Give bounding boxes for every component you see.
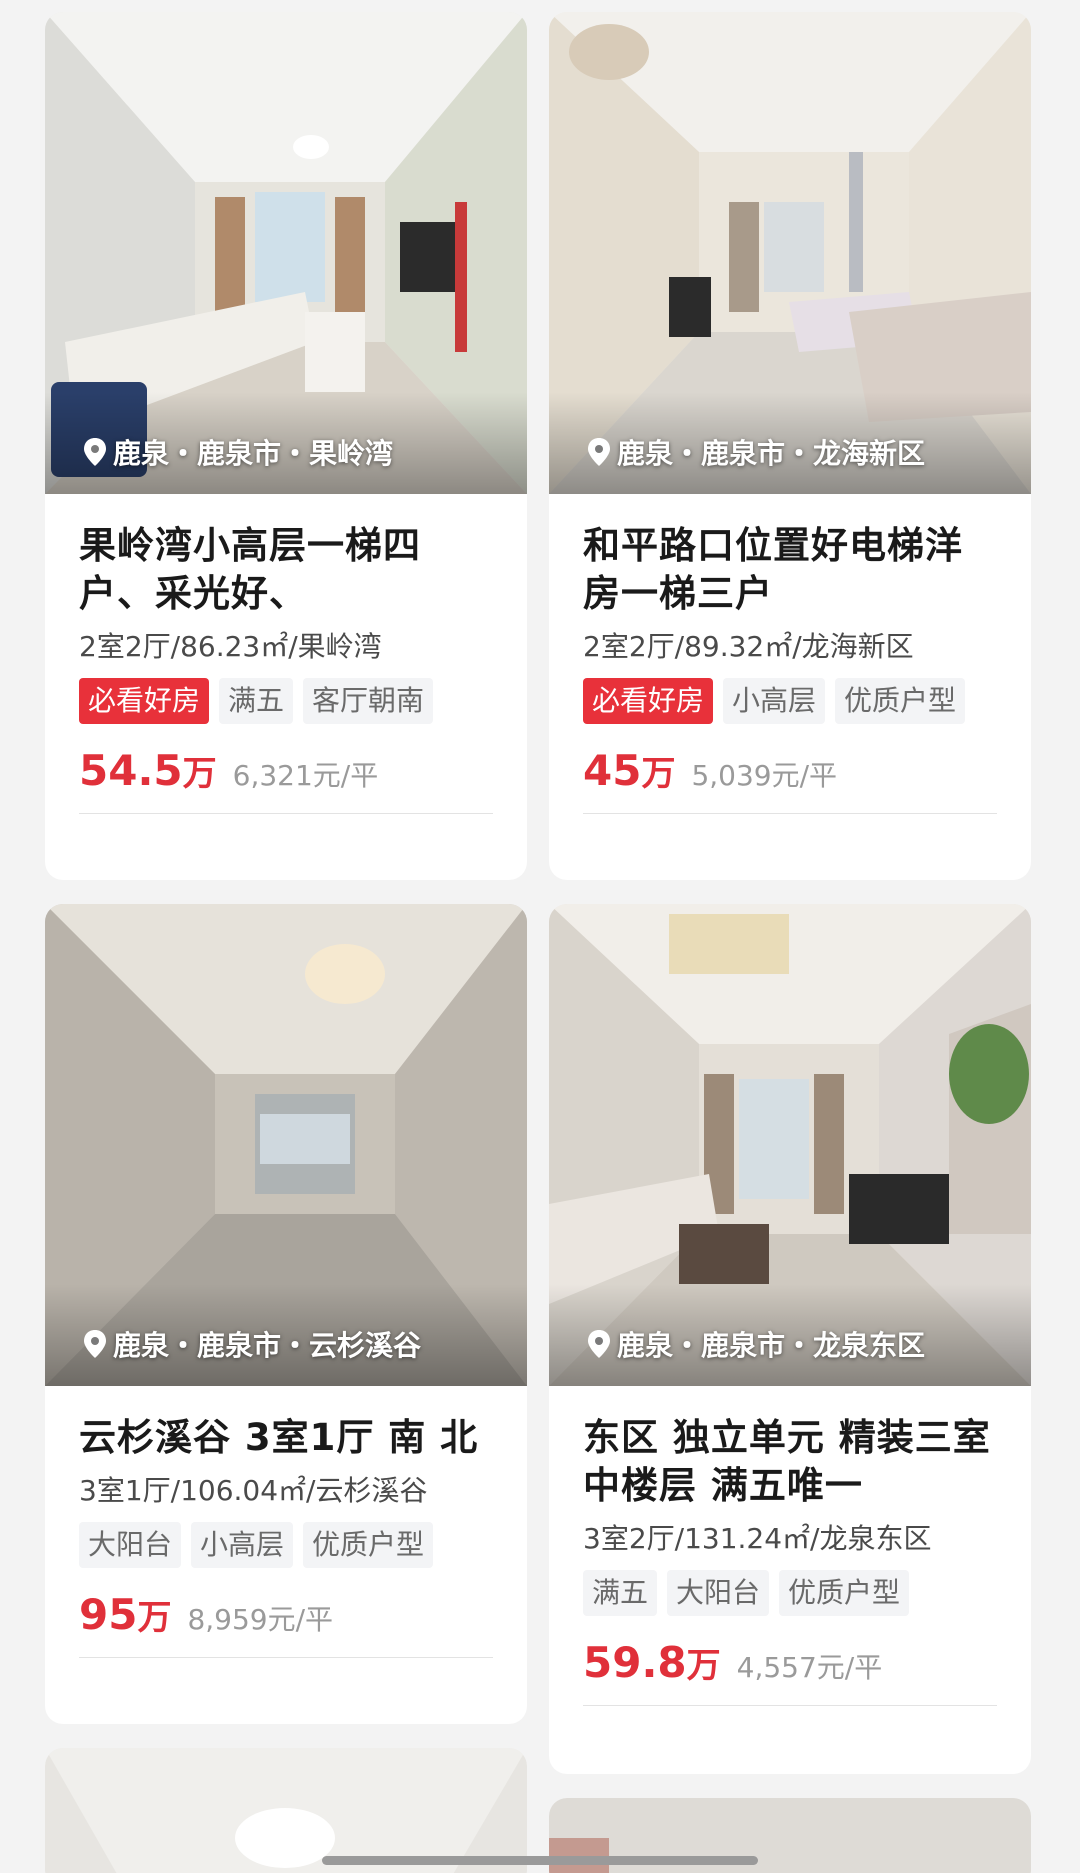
title-line: 户、采光好、 bbox=[79, 572, 307, 615]
listing-card-partial[interactable] bbox=[45, 1748, 527, 1873]
location-text: 鹿泉・鹿泉市・云杉溪谷 bbox=[113, 1329, 422, 1362]
listing-tags: 必看好房 满五 客厅朝南 bbox=[79, 678, 493, 724]
listing-photo[interactable]: 鹿泉・鹿泉市・龙泉东区 bbox=[549, 904, 1031, 1386]
title-line: 房一梯三户 bbox=[583, 572, 773, 615]
total-price: 95 bbox=[79, 1590, 138, 1639]
divider bbox=[583, 813, 997, 814]
location-pin-icon bbox=[588, 438, 610, 466]
listing-photo[interactable]: 鹿泉・鹿泉市・云杉溪谷 bbox=[45, 904, 527, 1386]
divider bbox=[79, 813, 493, 814]
unit-price: 8,959元/平 bbox=[187, 1603, 334, 1636]
listing-tags: 大阳台 小高层 优质户型 bbox=[79, 1522, 493, 1568]
listing-photo[interactable]: 鹿泉・鹿泉市・龙海新区 bbox=[549, 12, 1031, 494]
listing-location: 鹿泉・鹿泉市・云杉溪谷 bbox=[83, 1324, 421, 1364]
title-line: 中楼层 满五唯一 bbox=[583, 1464, 863, 1507]
listing-title[interactable]: 云杉溪谷 3室1厅 南 北 bbox=[79, 1414, 493, 1462]
listing-title[interactable]: 果岭湾小高层一梯四 户、采光好、 bbox=[79, 522, 493, 618]
listing-meta: 2室2厅/86.23㎡/果岭湾 bbox=[79, 630, 382, 663]
divider bbox=[583, 1705, 997, 1706]
empty-room-photo bbox=[45, 904, 527, 1386]
unit-price: 6,321元/平 bbox=[232, 759, 379, 792]
price-row: 54.5 万 6,321元/平 bbox=[79, 746, 493, 795]
listing-card[interactable]: 鹿泉・鹿泉市・果岭湾 果岭湾小高层一梯四 户、采光好、 2室2厅/86.23㎡/… bbox=[45, 12, 527, 880]
title-line: 和平路口位置好电梯洋 bbox=[583, 524, 963, 567]
listing-photo[interactable]: 鹿泉・鹿泉市・果岭湾 bbox=[45, 12, 527, 494]
title-line: 东区 独立单元 精装三室 bbox=[583, 1416, 991, 1459]
tag: 满五 bbox=[219, 678, 294, 724]
listing-card[interactable]: 鹿泉・鹿泉市・云杉溪谷 云杉溪谷 3室1厅 南 北 3室1厅/106.04㎡/云… bbox=[45, 904, 527, 1724]
tag: 优质户型 bbox=[835, 678, 966, 724]
listing-meta: 3室2厅/131.24㎡/龙泉东区 bbox=[583, 1522, 932, 1555]
price-unit: 万 bbox=[686, 1646, 721, 1686]
total-price: 54.5 bbox=[79, 746, 183, 795]
living-room-photo bbox=[549, 12, 1031, 494]
location-pin-icon bbox=[84, 1330, 106, 1358]
listing-photo-partial bbox=[45, 1748, 527, 1873]
location-pin-icon bbox=[588, 1330, 610, 1358]
price-row: 59.8 万 4,557元/平 bbox=[583, 1638, 997, 1687]
location-pin-icon bbox=[84, 438, 106, 466]
listing-tags: 必看好房 小高层 优质户型 bbox=[583, 678, 997, 724]
listing-location: 鹿泉・鹿泉市・果岭湾 bbox=[83, 432, 393, 472]
tag: 大阳台 bbox=[667, 1570, 770, 1616]
listing-feed: 鹿泉・鹿泉市・果岭湾 果岭湾小高层一梯四 户、采光好、 2室2厅/86.23㎡/… bbox=[0, 0, 1080, 1873]
unit-price: 4,557元/平 bbox=[736, 1651, 883, 1684]
listing-location: 鹿泉・鹿泉市・龙海新区 bbox=[587, 432, 925, 472]
listing-title[interactable]: 东区 独立单元 精装三室 中楼层 满五唯一 bbox=[583, 1414, 997, 1510]
listing-title[interactable]: 和平路口位置好电梯洋 房一梯三户 bbox=[583, 522, 997, 618]
listing-meta: 2室2厅/89.32㎡/龙海新区 bbox=[583, 630, 914, 663]
tag: 小高层 bbox=[723, 678, 826, 724]
divider bbox=[79, 1657, 493, 1658]
tag: 客厅朝南 bbox=[303, 678, 434, 724]
home-indicator[interactable] bbox=[322, 1856, 758, 1865]
title-line: 云杉溪谷 3室1厅 南 北 bbox=[79, 1416, 479, 1459]
tag: 优质户型 bbox=[303, 1522, 434, 1568]
tag: 优质户型 bbox=[779, 1570, 910, 1616]
tag: 小高层 bbox=[191, 1522, 294, 1568]
listing-meta: 3室1厅/106.04㎡/云杉溪谷 bbox=[79, 1474, 428, 1507]
total-price: 59.8 bbox=[583, 1638, 687, 1687]
location-text: 鹿泉・鹿泉市・果岭湾 bbox=[113, 437, 394, 470]
location-text: 鹿泉・鹿泉市・龙海新区 bbox=[617, 437, 926, 470]
listing-location: 鹿泉・鹿泉市・龙泉东区 bbox=[587, 1324, 925, 1364]
price-unit: 万 bbox=[182, 754, 217, 794]
living-room-photo bbox=[549, 904, 1031, 1386]
living-room-photo bbox=[45, 12, 527, 494]
price-unit: 万 bbox=[641, 754, 676, 794]
listing-tags: 满五 大阳台 优质户型 bbox=[583, 1570, 997, 1616]
unit-price: 5,039元/平 bbox=[691, 759, 838, 792]
tag: 满五 bbox=[583, 1570, 658, 1616]
listing-card[interactable]: 鹿泉・鹿泉市・龙泉东区 东区 独立单元 精装三室 中楼层 满五唯一 3室2厅/1… bbox=[549, 904, 1031, 1774]
tag-must-see: 必看好房 bbox=[583, 678, 714, 724]
listing-card[interactable]: 鹿泉・鹿泉市・龙海新区 和平路口位置好电梯洋 房一梯三户 2室2厅/89.32㎡… bbox=[549, 12, 1031, 880]
tag-must-see: 必看好房 bbox=[79, 678, 210, 724]
price-unit: 万 bbox=[137, 1598, 172, 1638]
tag: 大阳台 bbox=[79, 1522, 182, 1568]
price-row: 45 万 5,039元/平 bbox=[583, 746, 997, 795]
price-row: 95 万 8,959元/平 bbox=[79, 1590, 493, 1639]
title-line: 果岭湾小高层一梯四 bbox=[79, 524, 421, 567]
total-price: 45 bbox=[583, 746, 642, 795]
location-text: 鹿泉・鹿泉市・龙泉东区 bbox=[617, 1329, 926, 1362]
